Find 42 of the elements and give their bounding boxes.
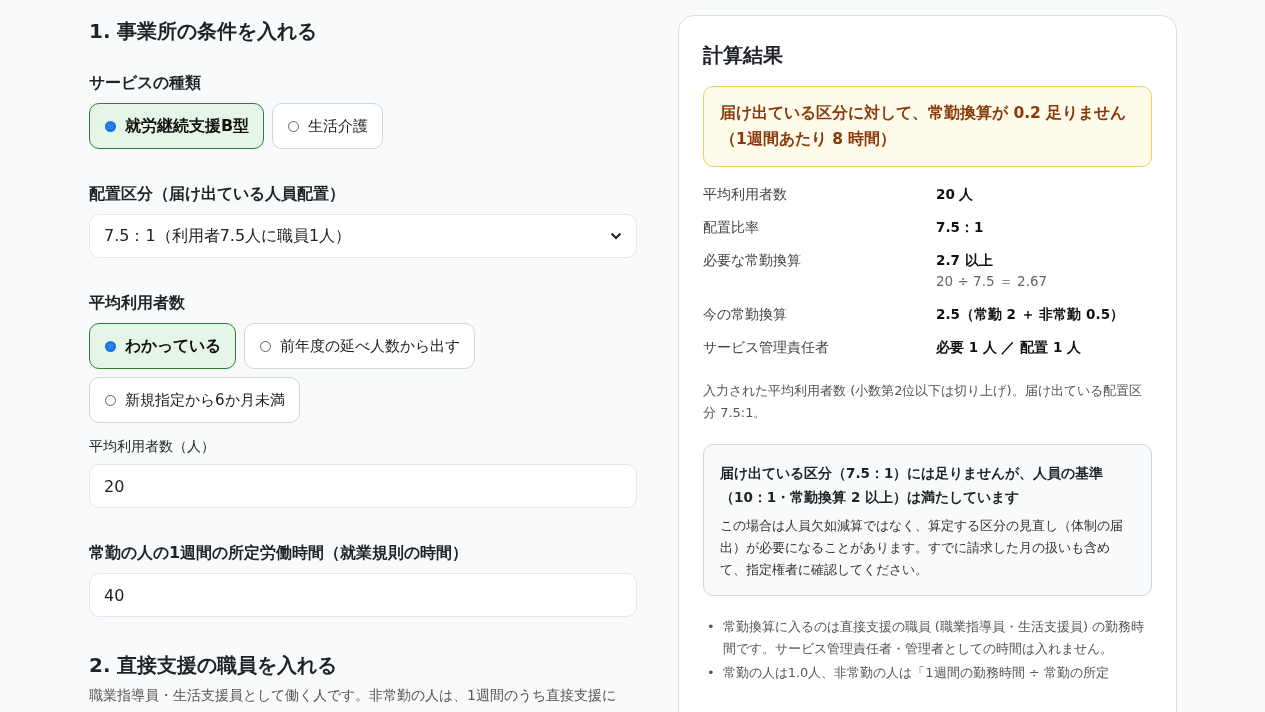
result-value: 7.5：1	[936, 218, 985, 237]
result-value: 必要 1 人 ／ 配置 1 人	[936, 338, 1082, 357]
radio-icon[interactable]	[105, 394, 116, 406]
input-field[interactable]: 20	[89, 464, 637, 508]
result-value: 20 人	[936, 185, 975, 204]
field-label: 配置区分（届け出ている人員配置）	[89, 183, 346, 205]
note-text: 入力された平均利用者数 (小数第2位以下は切り上げ)。届け出ている配置区分 7.5:1。	[703, 382, 1143, 422]
radio-icon[interactable]	[260, 340, 271, 352]
result-label: 必要な常勤換算	[703, 251, 802, 270]
warning-alert: 届け出ている区分に対して、常勤換算が 0.2 足りません（1週間あたり 8 時間）	[703, 86, 1152, 167]
card-title: 計算結果	[703, 42, 784, 69]
info-text: この場合は人員欠如減算ではなく、算定する区分の見直し（体制の届出）が必要になることがあります。すでに請求した月の扱いも含めて、指定権者に確認してください。	[720, 517, 1124, 579]
info-title: 届け出ている区分（7.5：1）には足りませんが、人員の基準（10：1・常勤換算 2 以上）は満たしています	[720, 464, 1105, 507]
bullet-marker: •	[707, 664, 715, 682]
calculation-text: 20 ÷ 7.5 ＝ 2.67	[936, 272, 1049, 291]
bullet-text: 常勤の人は1.0人、非常勤の人は「1週間の勤務時間 ÷ 常勤の所定	[722, 664, 1109, 682]
result-label: 配置比率	[703, 218, 760, 237]
radio-icon[interactable]	[105, 340, 116, 352]
radio-option[interactable]: 生活介護	[272, 103, 384, 149]
chevron-down-icon	[610, 232, 622, 240]
result-label: サービス管理責任者	[703, 338, 830, 357]
radio-icon[interactable]	[105, 120, 116, 132]
field-label: サービスの種類	[89, 72, 202, 94]
section-heading: 1. 事業所の条件を入れる	[89, 18, 319, 45]
radio-option[interactable]: 前年度の延べ人数から出す	[244, 323, 475, 369]
select-field[interactable]: 7.5：1（利用者7.5人に職員1人）	[89, 214, 637, 258]
result-label: 平均利用者数	[703, 185, 788, 204]
radio-option[interactable]: わかっている	[89, 323, 236, 369]
result-value: 2.5（常勤 2 ＋ 非常勤 0.5）	[936, 305, 1126, 324]
field-label: 常勤の人の1週間の所定労働時間（就業規則の時間）	[89, 542, 470, 564]
input-field[interactable]: 40	[89, 573, 637, 617]
field-label: 平均利用者数	[89, 292, 186, 314]
result-label: 今の常勤換算	[703, 305, 788, 324]
result-value: 2.7 以上	[936, 252, 993, 268]
radio-option[interactable]: 新規指定から6か月未満	[89, 377, 300, 423]
bullet-text: 常勤換算に入るのは直接支援の職員 (職業指導員・生活支援員) の勤務時間です。サービス管理責任者・管理者としての時間は入れません。	[722, 618, 1146, 658]
field-label: 平均利用者数（人）	[89, 437, 216, 456]
bullet-marker: •	[707, 618, 715, 636]
radio-icon[interactable]	[288, 120, 300, 132]
section-description: 職業指導員・生活支援員として働く人です。非常勤の人は、1週間のうち直接支援に	[89, 686, 617, 705]
radio-option[interactable]: 就労継続支援B型	[89, 103, 265, 149]
section-heading: 2. 直接支援の職員を入れる	[89, 652, 339, 679]
